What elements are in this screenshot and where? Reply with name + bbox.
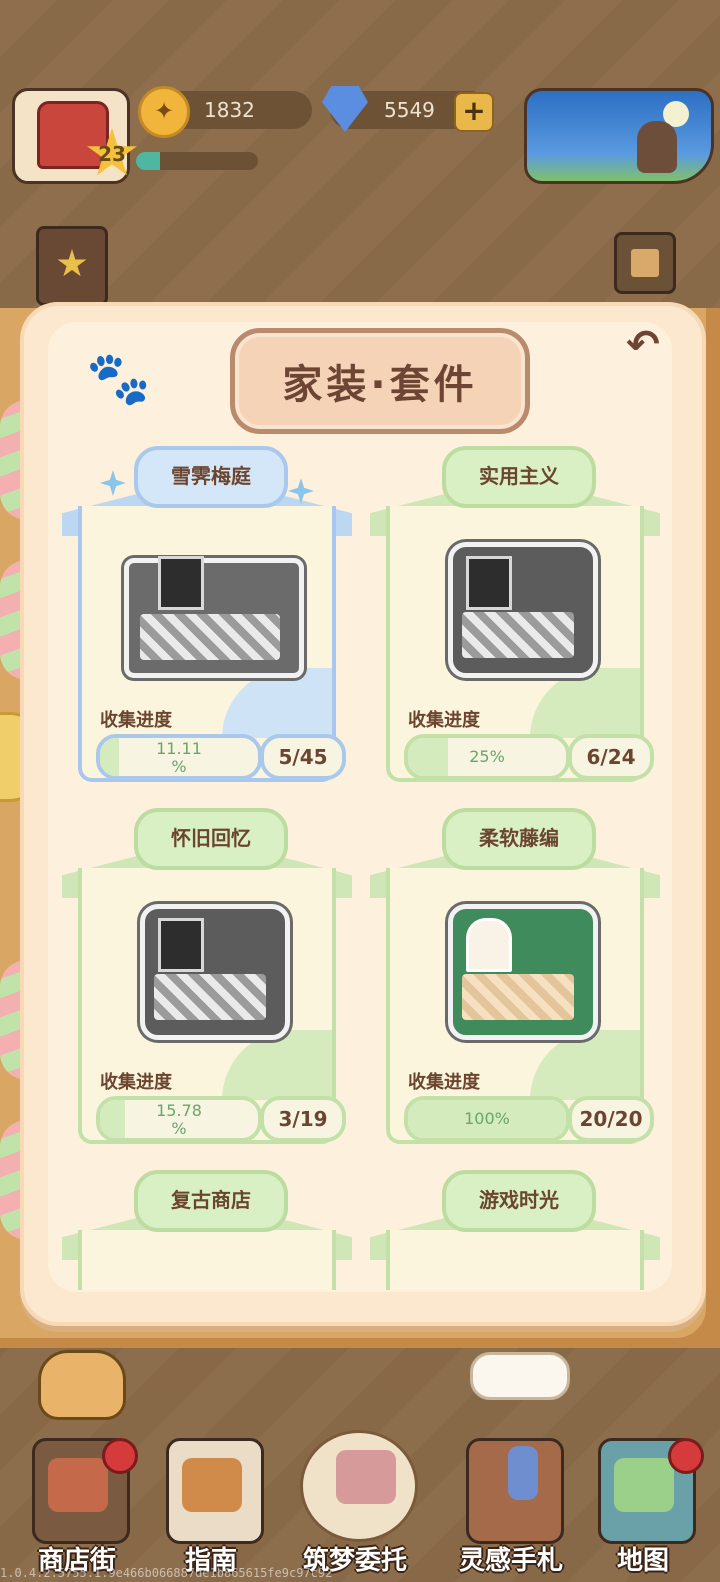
progress-percent: 25%: [469, 747, 505, 766]
room-window: [466, 556, 512, 610]
nav-inspiration-notes[interactable]: 灵感手札: [446, 1430, 576, 1578]
progress-percent: 100%: [464, 1109, 510, 1128]
map-land: [614, 1458, 674, 1512]
card-body: [386, 1230, 644, 1290]
suite-name: 游戏时光: [479, 1188, 559, 1212]
progress-percent: 15.78 %: [156, 1101, 202, 1138]
progress-label: 收集进度: [408, 1072, 480, 1093]
add-gems-button[interactable]: +: [454, 92, 494, 132]
suite-card[interactable]: 复古商店: [62, 1170, 352, 1290]
xp-progress-bar: [136, 152, 258, 170]
guide-cat-icon: [182, 1458, 242, 1512]
suite-card[interactable]: 柔软藤编 收集进度 100% 20/20: [370, 808, 660, 1146]
coin-amount: 1832: [204, 98, 255, 122]
dog-mascot-icon[interactable]: [38, 1350, 126, 1420]
coin-icon: ✦: [138, 86, 190, 138]
suite-card[interactable]: 雪霁梅庭 收集进度 11.11 % 5/45: [62, 446, 352, 784]
shop-sign: [48, 1458, 108, 1512]
storage-box-button[interactable]: [614, 232, 676, 294]
player-level: 23: [98, 142, 126, 166]
progress-label: 收集进度: [100, 1072, 172, 1093]
star-icon: [57, 249, 87, 277]
suite-room-preview: [448, 542, 598, 682]
suite-name: 怀旧回忆: [171, 826, 251, 850]
progress-count: 5/45: [260, 734, 346, 780]
xp-progress-fill: [136, 152, 161, 170]
version-string: 1.0.4.2.5755.1.9e466b066887de1b865615fe9…: [0, 1566, 333, 1580]
area-preview-button[interactable]: [524, 88, 714, 184]
nav-guide[interactable]: 指南: [146, 1430, 276, 1578]
suite-room-preview: [124, 542, 304, 682]
progress-count: 20/20: [568, 1096, 654, 1142]
notification-badge: [668, 1438, 704, 1474]
nav-map[interactable]: 地图: [578, 1430, 708, 1578]
paw-decoration-icon: 🐾: [86, 349, 151, 409]
nav-shop-street[interactable]: 商店街: [12, 1430, 142, 1578]
room-floor: [140, 614, 280, 660]
quill-icon: [508, 1446, 538, 1500]
progress-label: 收集进度: [408, 710, 480, 731]
notification-badge: [102, 1438, 138, 1474]
card-body: [78, 1230, 336, 1290]
suite-room-preview: [140, 904, 290, 1044]
character-icon: [637, 121, 677, 173]
progress-count: 6/24: [568, 734, 654, 780]
bone-icon: [470, 1352, 570, 1400]
progress-bar: 100%: [404, 1096, 570, 1142]
room-floor: [154, 974, 266, 1020]
suite-name: 柔软藤编: [479, 826, 559, 850]
progress-percent: 11.11 %: [156, 739, 202, 776]
progress-bar: 15.78 %: [96, 1096, 262, 1142]
gem-amount: 5549: [384, 98, 435, 122]
nav-dream-commission[interactable]: 筑梦委托: [290, 1430, 420, 1578]
suite-card[interactable]: 实用主义 收集进度 25% 6/24: [370, 446, 660, 784]
suite-name: 实用主义: [479, 464, 559, 488]
undo-arrow-icon[interactable]: ↶: [620, 322, 666, 368]
room-window: [158, 918, 204, 972]
suite-card[interactable]: 游戏时光: [370, 1170, 660, 1290]
commission-bag-body: [336, 1450, 396, 1504]
room-window: [466, 918, 512, 972]
suite-name: 雪霁梅庭: [171, 464, 251, 488]
progress-count: 3/19: [260, 1096, 346, 1142]
suite-card[interactable]: 怀旧回忆 收集进度 15.78 % 3/19: [62, 808, 352, 1146]
panel-title: 家装·套件: [282, 362, 478, 408]
progress-bar: 11.11 %: [96, 734, 262, 780]
progress-label: 收集进度: [100, 710, 172, 731]
room-floor: [462, 974, 574, 1020]
progress-bar: 25%: [404, 734, 570, 780]
room-floor: [462, 612, 574, 658]
box-icon: [631, 249, 659, 277]
favorites-book-button[interactable]: [36, 226, 108, 306]
room-window: [158, 556, 204, 610]
suite-list[interactable]: 雪霁梅庭 收集进度 11.11 % 5/45 实用主义 收集进度 25% 6/2…: [50, 446, 670, 1290]
suite-name: 复古商店: [171, 1188, 251, 1212]
suite-room-preview: [448, 904, 598, 1044]
